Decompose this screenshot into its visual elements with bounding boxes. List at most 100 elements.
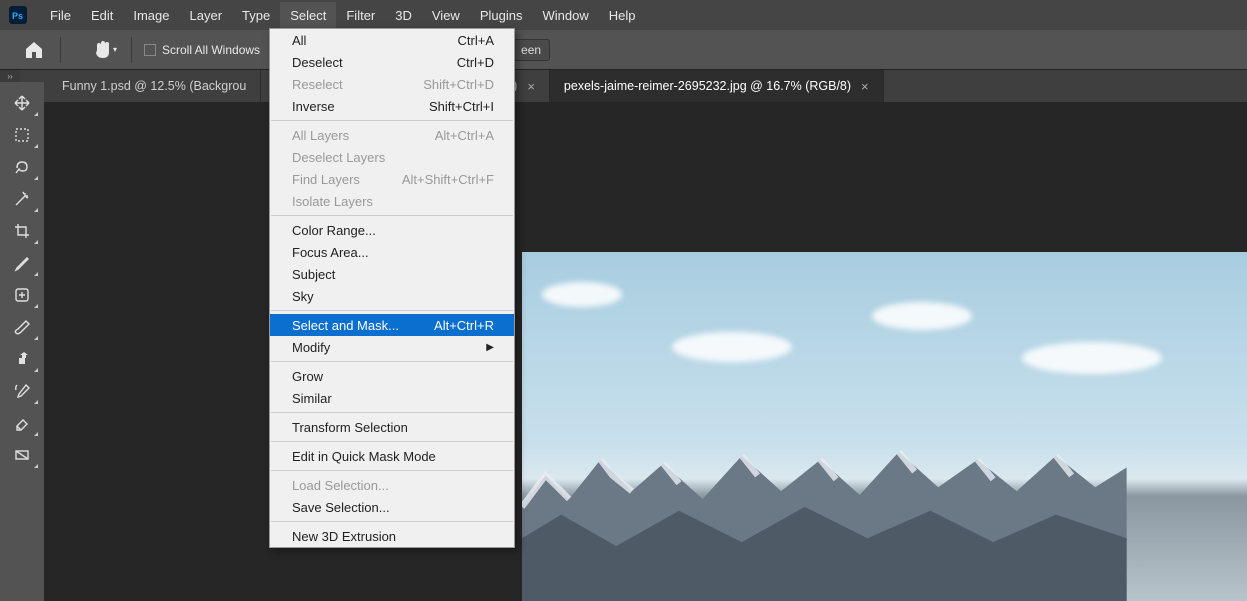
close-icon[interactable]: × [861,79,869,94]
menu-item-shortcut: Alt+Ctrl+R [434,318,494,333]
menu-item-transform-selection[interactable]: Transform Selection [270,416,514,438]
tool-wand[interactable] [4,184,40,214]
menu-item-new-3d-extrusion[interactable]: New 3D Extrusion [270,525,514,547]
menu-item-label: Color Range... [292,223,376,238]
menu-item-label: Sky [292,289,314,304]
menu-select[interactable]: Select [280,2,336,29]
menu-item-label: Select and Mask... [292,318,399,333]
menu-item-color-range[interactable]: Color Range... [270,219,514,241]
menu-item-label: All Layers [292,128,349,143]
mountain-graphic [522,444,1127,601]
tab-label: pexels-jaime-reimer-2695232.jpg @ 16.7% … [564,79,851,93]
scroll-all-windows-option[interactable]: Scroll All Windows [144,43,260,57]
menu-filter[interactable]: Filter [336,2,385,29]
menu-image[interactable]: Image [123,2,179,29]
menu-window[interactable]: Window [532,2,598,29]
menu-item-reselect: Reselect Shift+Ctrl+D [270,73,514,95]
menu-item-inverse[interactable]: InverseShift+Ctrl+I [270,95,514,117]
menu-item-label: Save Selection... [292,500,390,515]
tool-history[interactable] [4,376,40,406]
menu-item-label: Deselect [292,55,343,70]
menu-item-label: All [292,33,306,48]
menu-item-shortcut: Alt+Shift+Ctrl+F [402,172,494,187]
menu-item-label: Subject [292,267,335,282]
options-bar: ▾ Scroll All Windows een [0,30,1247,70]
divider [131,37,132,63]
menu-type[interactable]: Type [232,2,280,29]
menu-separator [271,521,513,522]
tool-eyedropper[interactable] [4,248,40,278]
divider [60,37,61,63]
tool-crop[interactable] [4,216,40,246]
menu-item-deselect[interactable]: Deselect Ctrl+D [270,51,514,73]
app-logo-icon: Ps [8,5,28,25]
menu-item-label: New 3D Extrusion [292,529,396,544]
document-image [522,252,1247,601]
menu-item-save-selection[interactable]: Save Selection... [270,496,514,518]
menu-file[interactable]: File [40,2,81,29]
checkbox-icon[interactable] [144,44,156,56]
menu-separator [271,120,513,121]
menu-item-grow[interactable]: Grow [270,365,514,387]
menu-item-label: Grow [292,369,323,384]
scroll-all-label: Scroll All Windows [162,43,260,57]
tool-eraser[interactable] [4,408,40,438]
tool-clone[interactable] [4,344,40,374]
home-icon[interactable] [20,36,48,64]
menu-item-shortcut: Shift+Ctrl+D [423,77,494,92]
menu-3d[interactable]: 3D [385,2,422,29]
menu-view[interactable]: View [422,2,470,29]
close-icon[interactable]: × [527,79,535,94]
panel-expand-icon[interactable]: ›› [0,70,20,82]
menu-help[interactable]: Help [599,2,646,29]
menu-item-find-layers: Find Layers Alt+Shift+Ctrl+F [270,168,514,190]
menu-separator [271,361,513,362]
menu-layer[interactable]: Layer [180,2,233,29]
menu-item-shortcut: Ctrl+D [457,55,494,70]
select-menu-dropdown: All Ctrl+A Deselect Ctrl+D Reselect Shift+Ctr… [269,28,515,548]
menu-item-select-and-mask[interactable]: Select and Mask... Alt+Ctrl+R [270,314,514,336]
tool-brush[interactable] [4,312,40,342]
menu-item-subject[interactable]: Subject [270,263,514,285]
menu-plugins[interactable]: Plugins [470,2,533,29]
document-tab[interactable]: Funny 1.psd @ 12.5% (Backgrou [48,70,261,102]
truncated-option-button[interactable]: een [512,39,550,61]
menu-separator [271,310,513,311]
menu-item-modify[interactable]: Modify ▶ [270,336,514,358]
submenu-arrow-icon: ▶ [486,342,494,353]
menu-item-edit-in-quick-mask-mode[interactable]: Edit in Quick Mask Mode [270,445,514,467]
menu-item-label: Modify [292,340,330,355]
menu-item-shortcut: Ctrl+A [458,33,494,48]
menu-item-label: Find Layers [292,172,360,187]
menu-item-label: Isolate Layers [292,194,373,209]
menu-item-label: Similar [292,391,332,406]
menu-separator [271,215,513,216]
menu-edit[interactable]: Edit [81,2,123,29]
svg-text:Ps: Ps [12,11,23,21]
tool-marquee[interactable] [4,120,40,150]
menu-separator [271,412,513,413]
menu-item-similar[interactable]: Similar [270,387,514,409]
menu-item-sky[interactable]: Sky [270,285,514,307]
menu-item-all[interactable]: All Ctrl+A [270,29,514,51]
tool-gradient[interactable] [4,440,40,470]
document-tabs: Funny 1.psd @ 12.5% (Backgrou-piacquadio… [0,70,1247,102]
tab-label: Funny 1.psd @ 12.5% (Backgrou [62,79,246,93]
menu-item-label: Reselect [292,77,343,92]
menu-item-label: Load Selection... [292,478,389,493]
tool-healing[interactable] [4,280,40,310]
menu-separator [271,470,513,471]
menu-item-load-selection: Load Selection... [270,474,514,496]
menu-item-label: Transform Selection [292,420,408,435]
hand-tool-icon[interactable]: ▾ [91,36,119,64]
menu-item-label: Deselect Layers [292,150,385,165]
canvas-area[interactable] [44,102,1247,601]
tool-lasso[interactable] [4,152,40,182]
menu-item-label: Inverse [292,99,335,114]
menu-item-deselect-layers: Deselect Layers [270,146,514,168]
menu-item-focus-area[interactable]: Focus Area... [270,241,514,263]
tool-move[interactable] [4,88,40,118]
menu-item-label: Focus Area... [292,245,369,260]
chevron-down-icon: ▾ [113,45,117,54]
document-tab[interactable]: pexels-jaime-reimer-2695232.jpg @ 16.7% … [550,70,884,102]
